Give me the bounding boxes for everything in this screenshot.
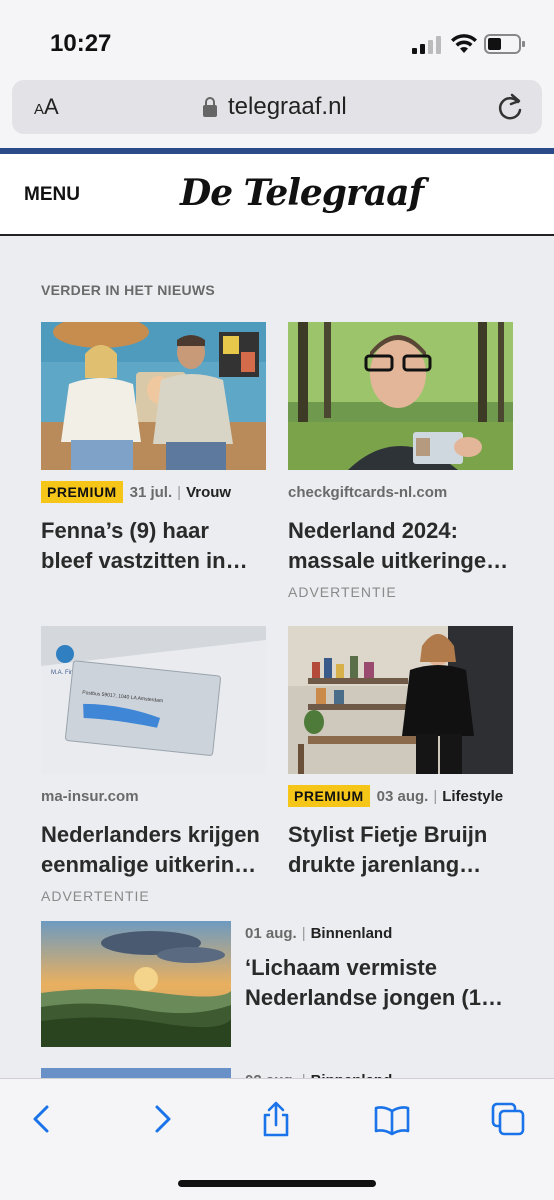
bookmarks-icon[interactable] bbox=[374, 1101, 410, 1137]
address-bar[interactable]: AA telegraaf.nl bbox=[12, 80, 542, 134]
article-headline[interactable]: Stylist Fietje Bruijn drukte jarenlang… bbox=[288, 820, 513, 880]
status-bar: 10:27 bbox=[0, 0, 554, 80]
ad-meta: checkgiftcards-nl.com bbox=[288, 480, 513, 504]
ad-card[interactable]: M.A. Finance & Insurance Postbus 59017, … bbox=[41, 626, 266, 904]
premium-badge: PREMIUM bbox=[288, 785, 370, 807]
article-meta: 01 aug. | Binnenland bbox=[245, 921, 511, 945]
tabs-icon[interactable] bbox=[490, 1101, 526, 1137]
article-thumbnail bbox=[41, 921, 231, 1047]
article-thumbnail bbox=[41, 322, 266, 470]
article-category[interactable]: Lifestyle bbox=[442, 788, 503, 805]
article-headline[interactable]: ‘Lichaam vermiste Nederlandse jongen (1… bbox=[245, 953, 511, 1013]
menu-button[interactable]: MENU bbox=[24, 184, 80, 206]
ad-headline[interactable]: Nederlanders krijgen eenmalige uitkerin… bbox=[41, 820, 266, 880]
site-header: MENU De Telegraaf bbox=[0, 154, 554, 236]
ad-meta: ma-insur.com bbox=[41, 784, 266, 808]
article-row-text: 01 aug. | Binnenland ‘Lichaam vermiste N… bbox=[245, 921, 511, 1013]
wifi-icon bbox=[451, 34, 477, 53]
site-logo[interactable]: De Telegraaf bbox=[180, 172, 424, 214]
section-title: VERDER IN HET NIEUWS bbox=[41, 282, 216, 298]
article-date: 01 aug. bbox=[245, 924, 297, 942]
share-icon[interactable] bbox=[258, 1101, 294, 1137]
article-category[interactable]: Binnenland bbox=[311, 925, 393, 942]
forward-icon[interactable] bbox=[144, 1101, 180, 1137]
browser-address-area: AA telegraaf.nl bbox=[0, 80, 554, 150]
article-meta: PREMIUM 03 aug. | Lifestyle bbox=[288, 784, 513, 808]
article-card[interactable]: PREMIUM 03 aug. | Lifestyle Stylist Fiet… bbox=[288, 626, 513, 880]
article-category[interactable]: Vrouw bbox=[186, 484, 231, 501]
meta-separator: | bbox=[301, 924, 306, 942]
article-meta: PREMIUM 31 jul. | Vrouw bbox=[41, 480, 266, 504]
ad-thumbnail bbox=[288, 322, 513, 470]
ad-card[interactable]: checkgiftcards-nl.com Nederland 2024: ma… bbox=[288, 322, 513, 600]
premium-badge: PREMIUM bbox=[41, 481, 123, 503]
reload-icon[interactable] bbox=[496, 92, 524, 122]
ad-thumbnail: M.A. Finance & Insurance Postbus 59017, … bbox=[41, 626, 266, 774]
reader-text-size-button[interactable]: AA bbox=[34, 94, 59, 120]
signal-icon bbox=[412, 36, 441, 54]
meta-separator: | bbox=[433, 787, 438, 805]
home-indicator bbox=[178, 1180, 376, 1187]
meta-separator: | bbox=[177, 483, 182, 501]
url-domain[interactable]: telegraaf.nl bbox=[228, 93, 347, 121]
ad-label: ADVERTENTIE bbox=[41, 888, 150, 904]
article-date: 31 jul. bbox=[129, 483, 173, 501]
article-headline[interactable]: Fenna’s (9) haar bleef vastzitten in… bbox=[41, 516, 266, 576]
ad-headline[interactable]: Nederland 2024: massale uitkeringe… bbox=[288, 516, 513, 576]
article-thumbnail bbox=[288, 626, 513, 774]
status-time: 10:27 bbox=[50, 30, 112, 57]
ad-source: checkgiftcards-nl.com bbox=[288, 483, 448, 501]
back-icon[interactable] bbox=[24, 1101, 60, 1137]
article-card[interactable]: PREMIUM 31 jul. | Vrouw Fenna’s (9) haar… bbox=[41, 322, 266, 576]
ad-label: ADVERTENTIE bbox=[288, 584, 397, 600]
ad-source: ma-insur.com bbox=[41, 787, 139, 805]
lock-icon bbox=[203, 97, 217, 117]
article-date: 03 aug. bbox=[376, 787, 429, 805]
battery-icon bbox=[484, 34, 525, 54]
